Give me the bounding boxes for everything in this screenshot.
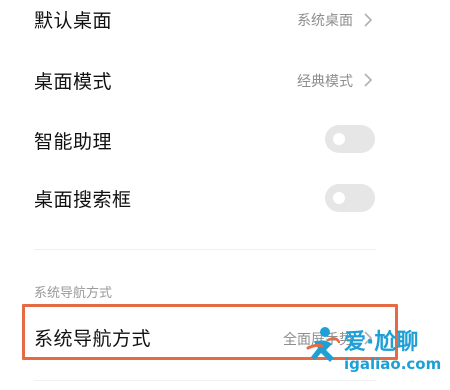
default-desktop-value: 系统桌面 — [297, 13, 353, 29]
smart-assistant-label: 智能助理 — [34, 131, 113, 153]
running-figure-logo-icon — [306, 327, 340, 362]
section-divider — [34, 249, 376, 250]
watermark-text: 爱·尬聊 — [344, 330, 419, 355]
toggle-knob — [333, 133, 345, 145]
desktop-mode-label: 桌面模式 — [34, 71, 113, 93]
chevron-right-icon — [364, 13, 373, 27]
desktop-search-row: 桌面搜索框 — [0, 176, 450, 220]
smart-assistant-toggle[interactable] — [325, 125, 375, 153]
watermark: 爱·尬聊 igaliao.com — [306, 322, 446, 382]
desktop-search-toggle[interactable] — [325, 184, 375, 212]
default-desktop-row[interactable]: 默认桌面 系统桌面 — [0, 0, 450, 40]
default-desktop-label: 默认桌面 — [34, 10, 113, 32]
smart-assistant-row: 智能助理 — [0, 118, 450, 162]
watermark-url: igaliao.com — [344, 355, 442, 373]
toggle-knob — [333, 192, 345, 204]
desktop-search-label: 桌面搜索框 — [34, 189, 132, 211]
desktop-mode-row[interactable]: 桌面模式 经典模式 — [0, 58, 450, 102]
chevron-right-icon — [364, 73, 373, 87]
desktop-mode-value: 经典模式 — [297, 74, 353, 90]
navigation-section-title: 系统导航方式 — [34, 286, 113, 301]
